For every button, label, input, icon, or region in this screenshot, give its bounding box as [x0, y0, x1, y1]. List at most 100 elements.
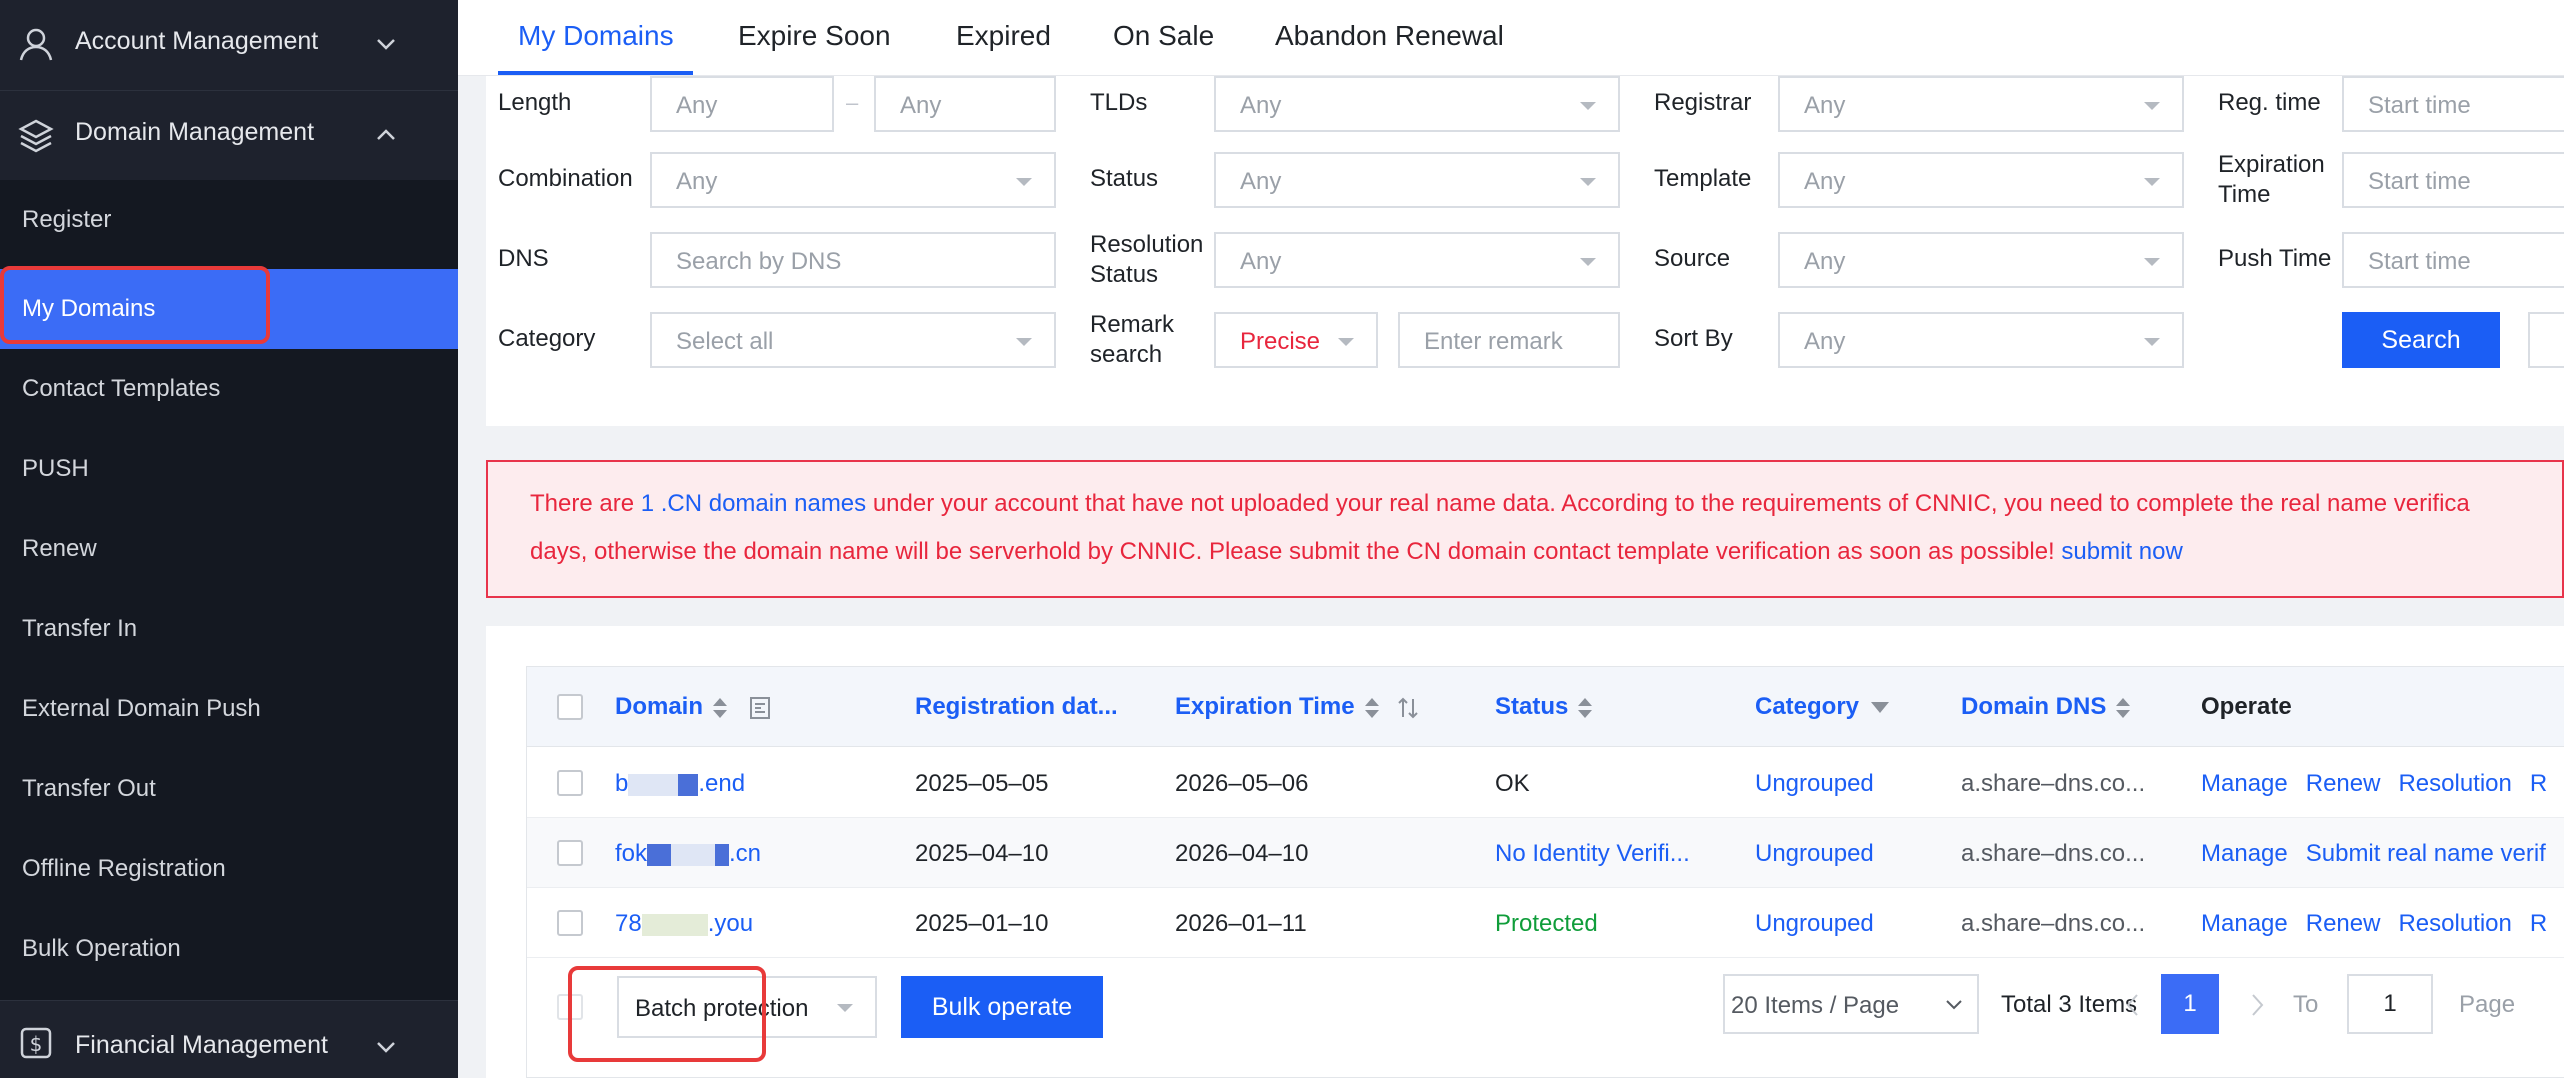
manage-link[interactable]: Manage: [2201, 910, 2288, 937]
column-domain-dns[interactable]: Domain DNS: [1961, 693, 2132, 721]
sidebar-item-label: PUSH: [22, 455, 89, 482]
sort-order-icon[interactable]: [1395, 695, 1421, 721]
cn-domains-link[interactable]: 1 .CN domain names: [641, 490, 866, 517]
sidebar-group-domain-management[interactable]: Domain Management: [0, 90, 458, 180]
reset-button[interactable]: [2528, 312, 2564, 368]
column-settings-icon[interactable]: [748, 696, 772, 720]
row-operations: Manage Renew Resolution R: [2201, 910, 2564, 938]
dns-label: DNS: [498, 245, 549, 272]
category-select[interactable]: Select all: [650, 312, 1056, 368]
row-checkbox[interactable]: [557, 770, 583, 796]
tab-expired[interactable]: Expired: [956, 20, 1051, 52]
resolution-link[interactable]: Resolution: [2398, 770, 2511, 797]
sort-by-select[interactable]: Any: [1778, 312, 2184, 368]
column-domain[interactable]: Domain: [615, 693, 772, 721]
sort-icon[interactable]: [1578, 696, 1594, 720]
sidebar-group-financial-management[interactable]: $ Financial Management: [0, 1000, 458, 1078]
category-link[interactable]: Ungrouped: [1755, 770, 1874, 798]
status-select[interactable]: Any: [1214, 152, 1620, 208]
goto-page-input[interactable]: 1: [2347, 974, 2433, 1034]
domain-link[interactable]: fok .cn: [615, 840, 761, 868]
manage-link[interactable]: Manage: [2201, 840, 2288, 867]
push-time-label: Push Time: [2218, 245, 2332, 272]
domain-table: Domain Registration dat... Expiration Ti…: [526, 666, 2564, 1078]
remark-input[interactable]: Enter remark: [1398, 312, 1620, 368]
tab-abandon-renewal[interactable]: Abandon Renewal: [1275, 20, 1504, 52]
caret-down-icon: [1580, 102, 1596, 110]
reg-time-start-input[interactable]: Start time: [2342, 76, 2564, 132]
redacted-block: [647, 843, 672, 866]
page-size-select[interactable]: 20 Items / Page: [1723, 974, 1979, 1034]
tab-my-domains[interactable]: My Domains: [518, 20, 674, 52]
alert-line-2: days, otherwise the domain name will be …: [530, 538, 2183, 566]
tab-expire-soon[interactable]: Expire Soon: [738, 20, 891, 52]
row-checkbox[interactable]: [557, 910, 583, 936]
registration-date: 2025–05–05: [915, 770, 1049, 797]
domain-text: .end: [698, 770, 746, 797]
tab-on-sale[interactable]: On Sale: [1113, 20, 1214, 52]
category-link[interactable]: Ungrouped: [1755, 910, 1874, 938]
column-registration-date[interactable]: Registration dat...: [915, 693, 1118, 721]
table-header: Domain Registration dat... Expiration Ti…: [527, 667, 2564, 747]
template-select[interactable]: Any: [1778, 152, 2184, 208]
resolution-link[interactable]: Resolution: [2398, 910, 2511, 937]
dns-search-input[interactable]: Search by DNS: [650, 232, 1056, 288]
submit-real-name-link[interactable]: Submit real name verif: [2306, 840, 2546, 867]
next-page-icon[interactable]: [2249, 992, 2265, 1018]
status-value[interactable]: No Identity Verifi...: [1495, 840, 1710, 868]
bulk-operate-button[interactable]: Bulk operate: [901, 976, 1103, 1038]
sidebar-item-register[interactable]: Register: [0, 180, 458, 260]
sidebar-item-renew[interactable]: Renew: [0, 509, 458, 589]
sidebar-item-transfer-in[interactable]: Transfer In: [0, 589, 458, 669]
resolution-status-select[interactable]: Any: [1214, 232, 1620, 288]
sidebar-group-account-management[interactable]: Account Management: [0, 0, 458, 90]
table-row: 78 .you 2025–01–10 2026–01–11 Protected U…: [527, 888, 2564, 958]
length-max-input[interactable]: Any: [874, 76, 1056, 132]
sort-icon[interactable]: [713, 696, 729, 720]
sidebar-item-push[interactable]: PUSH: [0, 429, 458, 509]
sidebar-item-transfer-out[interactable]: Transfer Out: [0, 749, 458, 829]
submit-now-link[interactable]: submit now: [2061, 538, 2182, 565]
length-min-input[interactable]: Any: [650, 76, 834, 132]
sidebar-item-offline-registration[interactable]: Offline Registration: [0, 829, 458, 909]
column-status[interactable]: Status: [1495, 693, 1594, 721]
tlds-select[interactable]: Any: [1214, 76, 1620, 132]
combination-select[interactable]: Any: [650, 152, 1056, 208]
alert-line-1: There are 1 .CN domain names under your …: [530, 490, 2470, 518]
expiration-time-start-input[interactable]: Start time: [2342, 152, 2564, 208]
filter-icon[interactable]: [1871, 702, 1890, 714]
push-time-start-input[interactable]: Start time: [2342, 232, 2564, 288]
sidebar-item-contact-templates[interactable]: Contact Templates: [0, 349, 458, 429]
source-select[interactable]: Any: [1778, 232, 2184, 288]
sort-icon[interactable]: [2116, 696, 2132, 720]
sidebar-item-bulk-operation[interactable]: Bulk Operation: [0, 909, 458, 989]
more-operation-link[interactable]: R: [2530, 770, 2547, 797]
remark-mode-select[interactable]: Precise: [1214, 312, 1378, 368]
sidebar-item-external-domain-push[interactable]: External Domain Push: [0, 669, 458, 749]
status-label: Status: [1090, 165, 1159, 192]
renew-link[interactable]: Renew: [2306, 770, 2381, 797]
domain-link[interactable]: 78 .you: [615, 910, 753, 938]
page-number-current[interactable]: 1: [2161, 974, 2219, 1034]
domain-table-panel: Domain Registration dat... Expiration Ti…: [486, 626, 2564, 1078]
select-all-checkbox[interactable]: [557, 694, 583, 720]
column-label: Expiration Time: [1175, 693, 1355, 720]
row-operations: Manage Renew Resolution R: [2201, 770, 2564, 798]
more-operation-link[interactable]: R: [2530, 910, 2547, 937]
chevron-down-icon: [377, 1042, 395, 1053]
domain-link[interactable]: b .end: [615, 770, 745, 798]
sidebar-item-label: Register: [22, 206, 112, 233]
search-button[interactable]: Search: [2342, 312, 2500, 368]
column-category[interactable]: Category: [1755, 693, 1890, 721]
expiration-date: 2026–04–10: [1175, 840, 1309, 867]
row-checkbox[interactable]: [557, 840, 583, 866]
prev-page-icon[interactable]: [2125, 992, 2141, 1018]
column-expiration-time[interactable]: Expiration Time: [1175, 693, 1421, 721]
registrar-select[interactable]: Any: [1778, 76, 2184, 132]
length-min-value: Any: [676, 92, 718, 119]
renew-link[interactable]: Renew: [2306, 910, 2381, 937]
manage-link[interactable]: Manage: [2201, 770, 2288, 797]
sort-icon[interactable]: [1364, 696, 1381, 720]
registrar-value: Any: [1804, 92, 1846, 119]
category-link[interactable]: Ungrouped: [1755, 840, 1874, 868]
